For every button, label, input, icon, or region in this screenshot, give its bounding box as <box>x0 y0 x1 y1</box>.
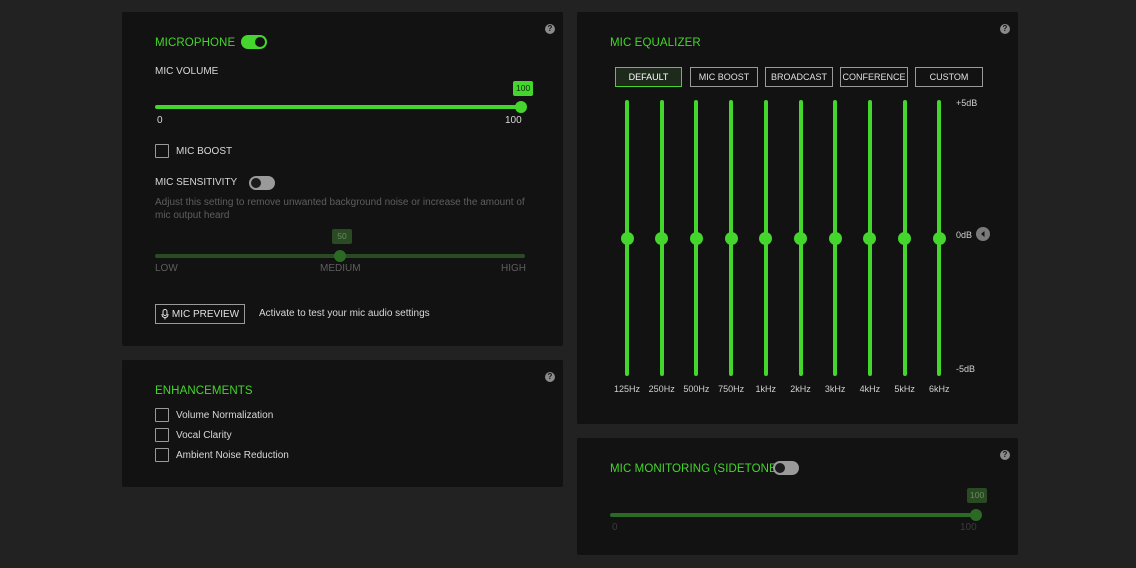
eq-band-thumb-6khz[interactable] <box>932 231 946 245</box>
mic-sensitivity-value: 50 <box>332 229 352 244</box>
preset-broadcast-button[interactable]: BROADCAST <box>765 67 833 87</box>
eq-db-min-label: -5dB <box>956 364 976 374</box>
enhancements-panel: ? ENHANCEMENTS Volume Normalization Voca… <box>122 360 563 487</box>
equalizer-panel: ? MIC EQUALIZER DEFAULT MIC BOOST BROADC… <box>577 12 1018 424</box>
ambient-noise-reduction-checkbox[interactable] <box>155 448 169 462</box>
mic-sensitivity-toggle[interactable] <box>249 176 275 190</box>
enhancements-help-icon[interactable]: ? <box>545 372 555 382</box>
mic-volume-min-label: 0 <box>157 115 163 126</box>
mic-sensitivity-description: Adjust this setting to remove unwanted b… <box>155 197 525 221</box>
monitoring-min-label: 0 <box>612 522 618 533</box>
monitoring-slider-thumb <box>970 509 982 521</box>
eq-band-label: 6kHz <box>929 384 950 394</box>
eq-band-thumb-1khz[interactable] <box>759 231 773 245</box>
eq-db-mid-label: 0dB <box>956 230 973 240</box>
microphone-help-icon[interactable]: ? <box>545 24 555 34</box>
monitoring-toggle-knob <box>775 463 785 473</box>
mic-sensitivity-slider-thumb <box>334 250 346 262</box>
equalizer-title: MIC EQUALIZER <box>610 37 701 49</box>
mic-preview-button[interactable]: MIC PREVIEW <box>155 304 245 324</box>
eq-band-thumb-4khz[interactable] <box>863 231 877 245</box>
eq-band-thumb-5khz[interactable] <box>898 231 912 245</box>
monitoring-max-label: 100 <box>960 522 977 533</box>
eq-reset-arrow-icon[interactable] <box>976 227 990 241</box>
monitoring-value: 100 <box>967 488 988 503</box>
equalizer-help-icon[interactable]: ? <box>1000 24 1010 34</box>
monitoring-toggle[interactable] <box>773 461 799 475</box>
mic-sensitivity-low-label: LOW <box>155 263 178 274</box>
preset-mic-boost-button[interactable]: MIC BOOST <box>690 67 758 87</box>
eq-band-thumb-750hz[interactable] <box>724 231 738 245</box>
volume-normalization-checkbox[interactable] <box>155 408 169 422</box>
preset-default-button[interactable]: DEFAULT <box>615 67 682 87</box>
mic-preview-button-label: MIC PREVIEW <box>171 308 240 320</box>
mic-boost-checkbox[interactable] <box>155 144 169 158</box>
volume-normalization-label: Volume Normalization <box>176 410 274 421</box>
microphone-icon <box>161 308 169 319</box>
mic-sensitivity-toggle-knob <box>251 178 261 188</box>
monitoring-help-icon[interactable]: ? <box>1000 450 1010 460</box>
enhancements-title: ENHANCEMENTS <box>155 385 253 397</box>
microphone-panel: ? MICROPHONE MIC VOLUME 100 0 100 MIC BO… <box>122 12 563 346</box>
eq-db-max-label: +5dB <box>956 98 978 108</box>
mic-volume-value: 100 <box>513 81 534 96</box>
microphone-toggle-knob <box>255 37 265 47</box>
mic-volume-slider-track[interactable] <box>155 105 523 109</box>
monitoring-title: MIC MONITORING (SIDETONE) <box>610 463 781 475</box>
eq-band-thumb-250hz[interactable] <box>655 231 669 245</box>
microphone-title: MICROPHONE <box>155 37 236 49</box>
preset-conference-button[interactable]: CONFERENCE <box>840 67 908 87</box>
mic-volume-max-label: 100 <box>505 115 522 126</box>
preset-custom-button[interactable]: CUSTOM <box>915 67 983 87</box>
mic-sensitivity-label: MIC SENSITIVITY <box>155 177 238 188</box>
monitoring-slider-track <box>610 513 978 517</box>
monitoring-panel: ? MIC MONITORING (SIDETONE) 100 0 100 <box>577 438 1018 555</box>
vocal-clarity-label: Vocal Clarity <box>176 430 232 441</box>
eq-band-thumb-3khz[interactable] <box>828 231 842 245</box>
mic-boost-label: MIC BOOST <box>176 146 233 157</box>
eq-band-thumb-2khz[interactable] <box>794 231 807 245</box>
microphone-toggle[interactable] <box>241 35 267 49</box>
mic-sensitivity-medium-label: MEDIUM <box>320 263 361 274</box>
mic-volume-label: MIC VOLUME <box>155 66 219 77</box>
ambient-noise-reduction-label: Ambient Noise Reduction <box>176 450 289 461</box>
mic-sensitivity-high-label: HIGH <box>501 263 526 274</box>
mic-preview-hint: Activate to test your mic audio settings <box>259 308 430 319</box>
eq-band-thumb-500hz[interactable] <box>689 231 703 245</box>
eq-band-thumb-125hz[interactable] <box>620 231 634 245</box>
vocal-clarity-checkbox[interactable] <box>155 428 169 442</box>
mic-volume-slider-thumb[interactable] <box>515 101 527 113</box>
